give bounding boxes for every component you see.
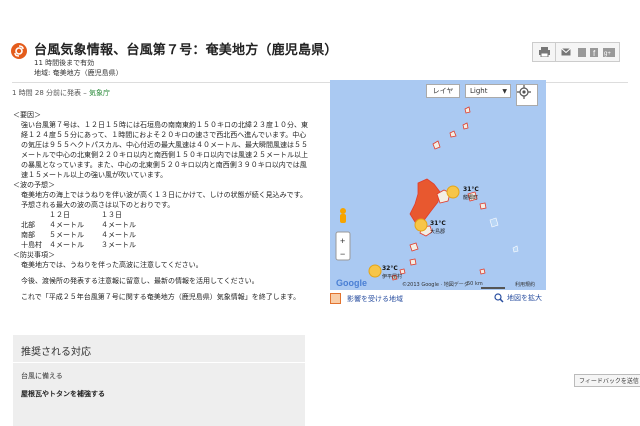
map-zoom-control[interactable]: + − [335,231,351,261]
wave-cell: １２日 [49,211,70,219]
enlarge-map-link[interactable]: 地図を拡大 [494,293,542,303]
valid-duration: 11 時間後まで有効 [34,59,95,67]
section-heading: ＜要因＞ [13,111,41,119]
temperature-label: 31°C [430,220,446,227]
source-link[interactable]: 気象庁 [89,89,110,97]
section-heading: ＜波の予想＞ [13,181,55,189]
wave-table: １２日 １３日 北部 ４メートル ４メートル 南部 ５メートル ４メートル 十島村 ４メート… [13,210,308,250]
map-copyright: ©2013 Google · 地図データ [402,282,469,288]
pegman-icon[interactable] [340,208,346,223]
svg-text:+: + [340,236,345,246]
svg-text:Google: Google [336,278,367,288]
share-toolbar: f g+ [532,42,620,62]
layer-select[interactable]: Light ▼ [465,84,511,98]
layer-button[interactable]: レイヤ [426,84,460,98]
location-icon[interactable] [516,84,538,106]
temperature-label: 31°C [463,186,479,193]
wave-cell: １３日 [101,211,122,219]
recommended-item[interactable]: 屋根瓦やトタンを補強する [21,389,105,399]
map[interactable]: + − レイヤ Light ▼ 31°C 龍郷町 31°C 大島郡 32°C 伊平… [330,80,546,290]
facebook-icon[interactable]: f [588,43,600,61]
map-scale-bar [481,287,505,289]
wave-cell: 十島村 [21,241,42,249]
hurricane-icon [11,43,27,59]
region-label: 地域: 奄美地方（鹿児島県） [34,69,123,77]
page-title: 台風気象情報、台風第７号：奄美地方（鹿児島県） [34,43,338,58]
section-text: 奄美地方の海上ではうねりを伴い波が高く１３日にかけて、しけの状態が続く見込みです… [21,191,307,209]
chevron-down-icon: ▼ [502,87,507,95]
place-label: 伊平屋村 [382,274,403,280]
section-text: 今後、渡候所の発表する注意報に留意し、最新の情報を活用してください。 [21,277,259,285]
magnifier-icon [494,293,504,303]
place-label: 大島郡 [430,229,446,235]
feedback-button[interactable]: フィードバックを送信 [574,374,640,387]
google-logo: Google [336,276,370,288]
posted-info: 1 時間 28 分前に発表 – 気象庁 [12,89,110,97]
map-terms-link[interactable]: 利用規約 [515,281,535,288]
section-text: 強い台風第７号は、１２日１５時には石垣島の南南東約１５０キロの北緯２３度１０分、… [21,121,308,179]
wave-cell: 北部 [21,221,35,229]
affected-area-swatch [330,293,341,304]
wave-cell: ４メートル [49,221,84,229]
section-text: これで「平成２５年台風第７号に関する奄美地方（鹿児島県）気象情報」を終了します。 [21,293,301,301]
map-legend: 影響を受ける地域 [330,293,403,304]
place-label: 龍郷町 [463,195,479,201]
section-heading: ＜防災事項＞ [13,251,55,259]
wave-cell: ３メートル [101,241,136,249]
header: 台風気象情報、台風第７号：奄美地方（鹿児島県） 11 時間後まで有効 地域: 奄… [0,0,640,82]
email-icon[interactable] [556,43,576,61]
wave-cell: 南部 [21,231,35,239]
affected-area-label: 影響を受ける地域 [347,294,403,303]
wave-cell: ４メートル [49,241,84,249]
recommended-actions: 推奨される対応 台風に備える 屋根瓦やトタンを補強する [13,335,305,426]
svg-text:g+: g+ [604,51,611,57]
forecast-body: ＜要因＞ 強い台風第７号は、１２日１５時には石垣島の南南東約１５０キロの北緯２３… [13,110,308,302]
temperature-label: 32°C [382,265,398,272]
section-text: 奄美地方では、うねりを伴った高波に注意してください。 [21,261,203,269]
recommended-item[interactable]: 台風に備える [21,371,63,381]
bookmark-icon[interactable] [576,43,588,61]
print-icon[interactable] [533,43,555,61]
svg-text:−: − [340,249,345,259]
wave-cell: ５メートル [49,231,84,239]
google-plus-icon[interactable]: g+ [600,43,618,61]
wave-cell [21,210,49,220]
wave-cell: ４メートル [101,221,136,229]
recommended-title: 推奨される対応 [21,347,91,358]
wave-cell: ４メートル [101,231,136,239]
